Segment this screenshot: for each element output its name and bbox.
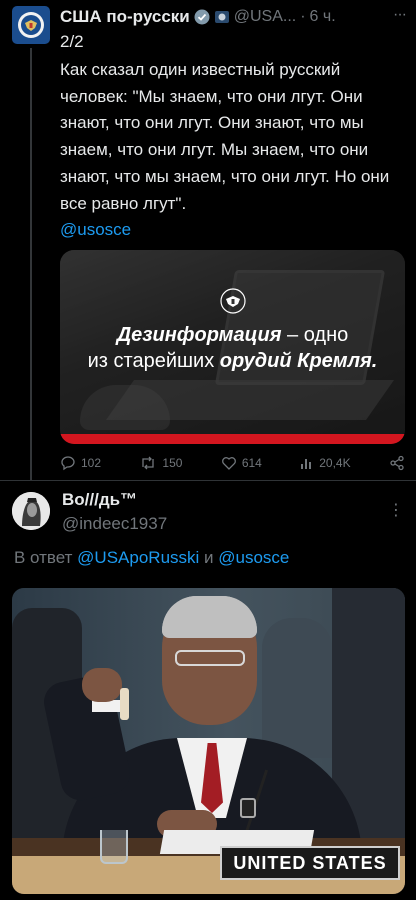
eagle-seal-icon <box>220 288 246 314</box>
card-headline-start-2: из старейших <box>87 350 220 372</box>
share-button[interactable] <box>389 455 405 471</box>
card-headline-line-2: из старейших орудий Кремля. <box>60 350 405 373</box>
tweet-header: США по-русски @USA... · 6 ч. <box>60 6 410 28</box>
reply-author-name[interactable]: Во///дь™ <box>62 490 137 510</box>
wristwatch <box>240 798 256 818</box>
speaker-glasses <box>175 650 245 666</box>
card-red-bar <box>60 434 405 444</box>
vial <box>120 688 129 720</box>
verified-badge-icon <box>194 9 210 25</box>
mention-link[interactable]: @usosce <box>60 220 131 240</box>
share-icon <box>390 455 404 471</box>
tweet-1[interactable]: США по-русски @USA... · 6 ч. ··· 2/2 Как… <box>0 0 416 480</box>
avatar-portrait-icon <box>12 492 50 530</box>
separator-dot: · <box>300 8 306 25</box>
reply-mention-1[interactable]: @USApoRusski <box>77 548 199 567</box>
more-options-icon[interactable]: ··· <box>393 6 407 24</box>
card-headline-rest-1: – одно <box>281 324 349 346</box>
reply-prefix: В ответ <box>14 548 78 567</box>
action-bar: 102 150 614 20,4K <box>60 452 405 474</box>
retweet-count: 150 <box>162 456 183 470</box>
media-card[interactable]: Дезинформация – одно из старейших орудий… <box>60 250 405 444</box>
government-label-icon <box>214 9 230 25</box>
views-button[interactable]: 20,4K <box>300 456 351 470</box>
reply-icon <box>61 456 75 471</box>
water-glass <box>100 830 128 864</box>
reply-and: и <box>199 548 219 567</box>
speaker-hair-top <box>162 596 257 638</box>
reply-mention-2[interactable]: @usosce <box>218 548 289 567</box>
reply-button[interactable]: 102 <box>60 455 101 471</box>
reply-context: В ответ @USApoRusski и @usosce <box>14 548 289 568</box>
thread-line <box>30 48 32 480</box>
author-avatar[interactable] <box>12 6 50 44</box>
reply-count: 102 <box>81 456 102 470</box>
background-person-middle <box>262 618 332 758</box>
reply-author-avatar[interactable] <box>12 492 50 530</box>
tweet-text: Как сказал один известный русский челове… <box>60 60 390 213</box>
reply-author-handle[interactable]: @indeec1937 <box>62 514 167 534</box>
like-button[interactable]: 614 <box>221 455 262 471</box>
reply-photo[interactable]: UNITED STATES <box>12 588 405 894</box>
country-nameplate: UNITED STATES <box>220 846 400 880</box>
retweet-icon <box>142 456 155 470</box>
retweet-button[interactable]: 150 <box>139 455 182 471</box>
card-headline-line-1: Дезинформация – одно <box>60 324 405 347</box>
tweet-time[interactable]: 6 ч. <box>310 8 336 26</box>
author-handle[interactable]: @USA... <box>234 8 296 26</box>
heart-icon <box>221 457 236 470</box>
view-count: 20,4K <box>319 456 351 470</box>
tweet-divider <box>0 480 416 481</box>
views-chart-icon <box>301 459 312 469</box>
speaker-hand <box>82 668 122 702</box>
thread-counter: 2/2 <box>60 32 84 51</box>
like-count: 614 <box>241 456 262 470</box>
more-options-vertical-icon[interactable]: ⋮ <box>388 500 404 520</box>
card-headline-bold-1: Дезинформация <box>116 324 282 346</box>
seal-icon <box>18 12 44 38</box>
author-name[interactable]: США по-русски <box>60 7 190 27</box>
card-headline-bold-2: орудий Кремля. <box>219 350 378 372</box>
